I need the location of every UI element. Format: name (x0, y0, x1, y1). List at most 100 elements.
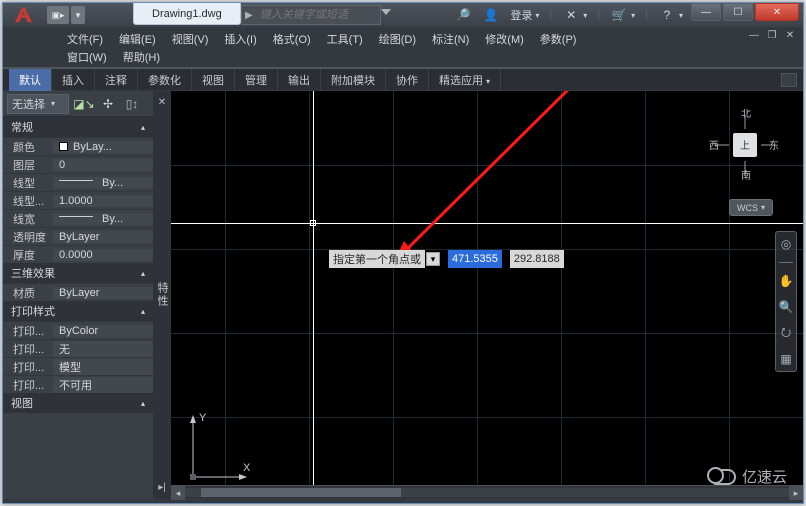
cart-dropdown-icon[interactable]: ▾ (631, 11, 635, 20)
signin-dropdown-icon[interactable]: ▾ (535, 11, 539, 20)
dynamic-input-x[interactable]: 471.5355 (448, 250, 502, 268)
menu-insert[interactable]: 插入(I) (216, 29, 264, 47)
menu-file[interactable]: 文件(F) (59, 29, 111, 47)
minimize-button[interactable]: — (691, 3, 721, 21)
scroll-thumb[interactable] (201, 488, 401, 497)
property-row[interactable]: 线宽By... (3, 209, 153, 227)
help-search-input[interactable] (256, 9, 380, 21)
svg-text:上: 上 (740, 140, 750, 152)
menu-tools[interactable]: 工具(T) (319, 29, 371, 47)
menu-bar: 文件(F) 编辑(E) 视图(V) 插入(I) 格式(O) 工具(T) 绘图(D… (3, 27, 803, 67)
property-row[interactable]: 打印...ByColor (3, 321, 153, 339)
property-section-header[interactable]: 常规▴ (3, 117, 153, 137)
signin-label[interactable]: 登录 (510, 7, 532, 23)
qat-dropdown[interactable]: ▾ (71, 6, 85, 24)
menu-help[interactable]: 帮助(H) (115, 47, 168, 65)
property-row[interactable]: 图层0 (3, 155, 153, 173)
qat-open-button[interactable]: ▣▸ (47, 6, 69, 24)
app-logo[interactable] (3, 3, 43, 27)
cart-icon[interactable]: 🛒 (610, 6, 628, 24)
ribbon-tab-insert[interactable]: 插入 (52, 69, 95, 91)
menu-edit[interactable]: 编辑(E) (111, 29, 164, 47)
palette-title-bar[interactable]: ✕ 特性 ▸| (153, 91, 171, 499)
ribbon-tab-addins[interactable]: 附加模块 (321, 69, 386, 91)
property-section-header[interactable]: 打印样式▴ (3, 301, 153, 321)
palette-close-icon[interactable]: ✕ (158, 97, 166, 108)
search-dropdown-icon[interactable] (381, 9, 391, 15)
exchange-icon[interactable]: ✕ (562, 6, 580, 24)
scroll-right-button[interactable]: ▸ (789, 486, 803, 500)
drawing-canvas[interactable]: 指定第一个角点或 ▾ 471.5355 292.8188 Y X 北 南 西 (171, 91, 803, 499)
selection-combo[interactable]: 无选择▾ (7, 94, 69, 114)
ribbon-tab-manage[interactable]: 管理 (235, 69, 278, 91)
scroll-left-button[interactable]: ◂ (171, 486, 185, 500)
maximize-button[interactable]: ☐ (723, 3, 753, 21)
menu-format[interactable]: 格式(O) (265, 29, 319, 47)
ribbon-collapse-button[interactable] (781, 73, 797, 87)
property-row[interactable]: 透明度ByLayer (3, 227, 153, 245)
dynamic-input: 指定第一个角点或 ▾ 471.5355 292.8188 (329, 250, 564, 268)
ribbon-tab-default[interactable]: 默认 (9, 69, 52, 91)
viewcube[interactable]: 北 南 西 东 上 (709, 109, 781, 181)
ribbon-tab-featured[interactable]: 精选应用▾ (429, 69, 501, 91)
svg-text:东: 东 (769, 139, 779, 152)
help-icon[interactable]: ? (658, 6, 676, 24)
property-row[interactable]: 打印...无 (3, 339, 153, 357)
palette-autohide-icon[interactable]: ▸| (158, 482, 166, 493)
property-row[interactable]: 打印...不可用 (3, 375, 153, 393)
ribbon-tab-annotate[interactable]: 注释 (95, 69, 138, 91)
cloud-icon (713, 469, 736, 485)
menu-parametric[interactable]: 参数(P) (532, 29, 585, 47)
nav-fullwheel-icon[interactable]: ◎ (778, 236, 794, 252)
menu-modify[interactable]: 修改(M) (477, 29, 532, 47)
signin-icon[interactable]: 👤 (482, 6, 500, 24)
document-title: Drawing1.dwg (133, 3, 241, 25)
window-controls: — ☐ ✕ (691, 3, 799, 21)
palette-toolbar: 无选择▾ ◪↘ ✢ ▯↕ (3, 91, 153, 117)
menu-view[interactable]: 视图(V) (164, 29, 217, 47)
property-row[interactable]: 厚度0.0000 (3, 245, 153, 263)
doc-minimize-button[interactable]: — (747, 29, 761, 41)
property-row[interactable]: 打印...模型 (3, 357, 153, 375)
dynamic-input-expand-icon[interactable]: ▾ (426, 252, 440, 266)
palette-title-label: 特性 (154, 282, 170, 308)
navigation-bar: ◎ ✋ 🔍 ⭮ ▦ (775, 231, 797, 372)
quick-access-toolbar: ▣▸ ▾ (47, 6, 85, 24)
crosshair-vertical (313, 91, 314, 499)
doc-restore-button[interactable]: ❐ (765, 29, 779, 41)
menu-window[interactable]: 窗口(W) (59, 47, 115, 65)
property-section-header[interactable]: 三维效果▴ (3, 263, 153, 283)
ribbon-tab-output[interactable]: 输出 (278, 69, 321, 91)
ucs-icon[interactable]: Y X (181, 409, 261, 489)
wcs-dropdown[interactable]: WCS (729, 199, 773, 216)
property-row[interactable]: 材质ByLayer (3, 283, 153, 301)
property-row[interactable]: 颜色ByLay... (3, 137, 153, 155)
select-objects-icon[interactable]: ✢ (99, 95, 117, 113)
nav-showmotion-icon[interactable]: ▦ (778, 351, 794, 367)
quick-select-icon[interactable]: ◪↘ (75, 95, 93, 113)
help-search-box[interactable]: ▶ (241, 5, 381, 25)
menu-draw[interactable]: 绘图(D) (371, 29, 424, 47)
workspace: 无选择▾ ◪↘ ✢ ▯↕ 常规▴颜色ByLay...图层0线型By...线型..… (3, 91, 803, 499)
help-dropdown-icon[interactable]: ▾ (679, 11, 683, 20)
nav-zoom-icon[interactable]: 🔍 (778, 299, 794, 315)
pickadd-toggle-icon[interactable]: ▯↕ (123, 95, 141, 113)
menu-dimension[interactable]: 标注(N) (424, 29, 477, 47)
exchange-dropdown-icon[interactable]: ▾ (583, 11, 587, 20)
ribbon-tab-parametric[interactable]: 参数化 (138, 69, 192, 91)
close-button[interactable]: ✕ (755, 3, 799, 21)
property-section-header[interactable]: 视图▴ (3, 393, 153, 413)
ribbon-tab-collab[interactable]: 协作 (386, 69, 429, 91)
ribbon-tab-view[interactable]: 视图 (192, 69, 235, 91)
nav-pan-icon[interactable]: ✋ (778, 273, 794, 289)
doc-close-button[interactable]: ✕ (783, 29, 797, 41)
svg-text:北: 北 (741, 109, 751, 120)
binoculars-icon[interactable]: 🔎 (454, 6, 472, 24)
property-row[interactable]: 线型By... (3, 173, 153, 191)
dynamic-input-y[interactable]: 292.8188 (510, 250, 564, 268)
svg-text:南: 南 (741, 169, 751, 181)
property-row[interactable]: 线型...1.0000 (3, 191, 153, 209)
horizontal-scrollbar[interactable]: ◂ ▸ (171, 485, 803, 499)
nav-orbit-icon[interactable]: ⭮ (778, 325, 794, 341)
svg-text:X: X (243, 462, 251, 474)
